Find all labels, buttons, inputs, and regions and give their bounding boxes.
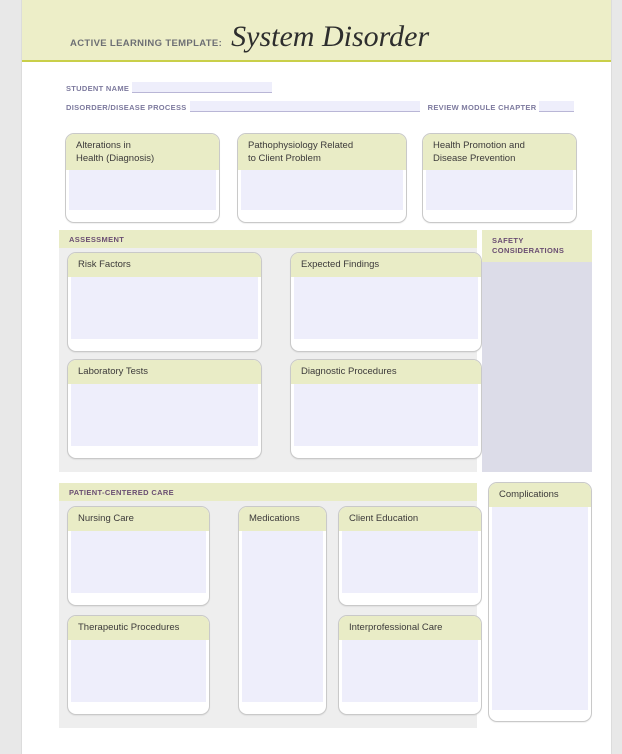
patient-centered-care-section-title: PATIENT-CENTERED CARE bbox=[59, 483, 477, 501]
box-diagnostic-procedures[interactable]: Diagnostic Procedures bbox=[290, 359, 482, 459]
header-kicker: ACTIVE LEARNING TEMPLATE: bbox=[70, 38, 223, 49]
review-chapter-label: REVIEW MODULE CHAPTER bbox=[427, 103, 537, 112]
header-title-group: ACTIVE LEARNING TEMPLATE: System Disorde… bbox=[70, 22, 429, 52]
box-nursing-care[interactable]: Nursing Care bbox=[67, 506, 210, 606]
box-expected-findings-input[interactable] bbox=[294, 276, 478, 339]
box-diagnostic-procedures-title: Diagnostic Procedures bbox=[291, 360, 481, 384]
box-laboratory-tests[interactable]: Laboratory Tests bbox=[67, 359, 262, 459]
box-health-promotion-input[interactable] bbox=[426, 170, 573, 210]
box-alterations-in-health-input[interactable] bbox=[69, 170, 216, 210]
box-therapeutic-procedures[interactable]: Therapeutic Procedures bbox=[67, 615, 210, 715]
box-alterations-in-health[interactable]: Alterations in Health (Diagnosis) bbox=[65, 133, 220, 223]
box-client-education[interactable]: Client Education bbox=[338, 506, 482, 606]
assessment-section-title: ASSESSMENT bbox=[59, 230, 477, 248]
box-interprofessional-care[interactable]: Interprofessional Care bbox=[338, 615, 482, 715]
box-complications-title: Complications bbox=[489, 483, 591, 507]
box-therapeutic-procedures-input[interactable] bbox=[71, 639, 206, 702]
box-safety-considerations[interactable]: SAFETY CONSIDERATIONS bbox=[482, 230, 592, 472]
template-page: ACTIVE LEARNING TEMPLATE: System Disorde… bbox=[22, 0, 611, 754]
box-interprofessional-care-title: Interprofessional Care bbox=[339, 616, 481, 640]
disorder-process-label: DISORDER/DISEASE PROCESS bbox=[66, 103, 187, 112]
page-title: System Disorder bbox=[231, 20, 430, 53]
box-safety-considerations-title: SAFETY CONSIDERATIONS bbox=[482, 230, 592, 262]
box-pathophysiology-title: Pathophysiology Related to Client Proble… bbox=[238, 134, 406, 170]
box-diagnostic-procedures-input[interactable] bbox=[294, 383, 478, 446]
box-complications[interactable]: Complications bbox=[488, 482, 592, 722]
student-name-row: STUDENT NAME bbox=[66, 80, 574, 93]
box-client-education-title: Client Education bbox=[339, 507, 481, 531]
box-nursing-care-input[interactable] bbox=[71, 530, 206, 593]
box-therapeutic-procedures-title: Therapeutic Procedures bbox=[68, 616, 209, 640]
identification-fields: STUDENT NAME DISORDER/DISEASE PROCESS RE… bbox=[66, 80, 574, 118]
student-name-label: STUDENT NAME bbox=[66, 84, 130, 93]
box-medications-title: Medications bbox=[239, 507, 326, 531]
box-risk-factors-input[interactable] bbox=[71, 276, 258, 339]
box-health-promotion-title: Health Promotion and Disease Prevention bbox=[423, 134, 576, 170]
page-header: ACTIVE LEARNING TEMPLATE: System Disorde… bbox=[22, 0, 611, 62]
box-nursing-care-title: Nursing Care bbox=[68, 507, 209, 531]
box-risk-factors[interactable]: Risk Factors bbox=[67, 252, 262, 352]
disorder-process-input[interactable] bbox=[189, 101, 420, 112]
box-laboratory-tests-title: Laboratory Tests bbox=[68, 360, 261, 384]
box-client-education-input[interactable] bbox=[342, 530, 478, 593]
student-name-input[interactable] bbox=[132, 82, 273, 93]
box-expected-findings[interactable]: Expected Findings bbox=[290, 252, 482, 352]
box-complications-input[interactable] bbox=[492, 506, 588, 710]
box-pathophysiology[interactable]: Pathophysiology Related to Client Proble… bbox=[237, 133, 407, 223]
box-safety-considerations-input[interactable] bbox=[482, 262, 592, 472]
box-medications-input[interactable] bbox=[242, 530, 323, 702]
box-expected-findings-title: Expected Findings bbox=[291, 253, 481, 277]
box-health-promotion[interactable]: Health Promotion and Disease Prevention bbox=[422, 133, 577, 223]
box-alterations-in-health-title: Alterations in Health (Diagnosis) bbox=[66, 134, 219, 170]
box-pathophysiology-input[interactable] bbox=[241, 170, 403, 210]
box-medications[interactable]: Medications bbox=[238, 506, 327, 715]
review-chapter-input[interactable] bbox=[539, 101, 574, 112]
box-interprofessional-care-input[interactable] bbox=[342, 639, 478, 702]
disorder-process-row: DISORDER/DISEASE PROCESS REVIEW MODULE C… bbox=[66, 99, 574, 112]
box-laboratory-tests-input[interactable] bbox=[71, 383, 258, 446]
box-risk-factors-title: Risk Factors bbox=[68, 253, 261, 277]
